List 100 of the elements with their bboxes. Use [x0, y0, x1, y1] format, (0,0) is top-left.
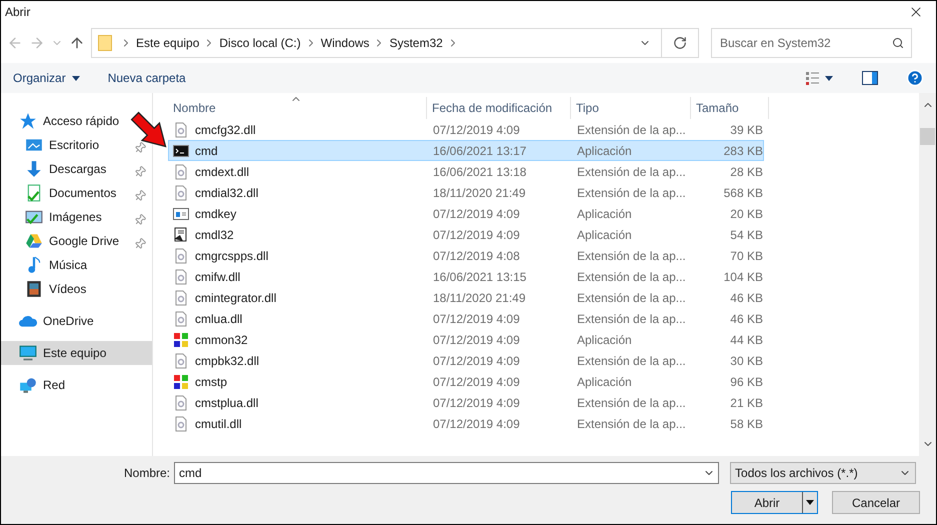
breadcrumb-item[interactable]: Disco local (C:): [219, 34, 301, 52]
type-cell-text: Extensión de la ap...: [576, 290, 687, 306]
date-cell-text: 07/12/2019 4:09: [432, 352, 521, 370]
window-title: Abrir: [5, 4, 32, 21]
file-gear-icon: [173, 248, 189, 264]
file-name: cmmon32: [195, 332, 248, 348]
type-cell-text: Aplicación: [576, 374, 633, 390]
sidebar-item[interactable]: OneDrive: [19, 309, 94, 333]
file-name: cmcfg32.dll: [195, 122, 256, 138]
size-cell-text: 70 KB: [729, 248, 763, 264]
file-row[interactable]: cmstplua.dll 07/12/2019 4:09 Extensión de la ap... 21 KB: [168, 392, 764, 413]
sidebar-item[interactable]: Acceso rápido: [19, 109, 120, 133]
file-row[interactable]: cmutil.dll 07/12/2019 4:09 Extensión de la ap... 58 KB: [168, 413, 764, 434]
file-name: cmstp: [195, 374, 228, 390]
sidebar-item[interactable]: Documentos: [25, 181, 116, 205]
file-row[interactable]: cmintegrator.dll 18/11/2020 21:49 Extensión de la ap... 46 KB: [168, 287, 764, 308]
type-cell-text: Extensión de la ap...: [576, 248, 687, 264]
search-field[interactable]: Buscar en System32: [711, 28, 912, 58]
file-name: cmdkey: [195, 206, 236, 222]
file-gear-icon: [173, 164, 189, 180]
refresh-icon[interactable]: [673, 36, 687, 50]
file-row[interactable]: cmcfg32.dll 07/12/2019 4:09 Extensión de la ap... 39 KB: [168, 119, 764, 140]
size-cell-text: 54 KB: [729, 226, 763, 244]
file-row[interactable]: cmdial32.dll 18/11/2020 21:49 Extensión de la ap... 568 KB: [168, 182, 764, 203]
help-icon[interactable]: [906, 69, 924, 87]
new-folder-button[interactable]: Nueva carpeta: [108, 69, 186, 87]
monitor-icon: [19, 344, 37, 362]
sidebar-item[interactable]: Imágenes: [25, 205, 102, 229]
column-header[interactable]: Fecha de modificación: [427, 97, 571, 119]
type-cell-text: Extensión de la ap...: [576, 268, 687, 286]
breadcrumb-item[interactable]: Windows: [320, 34, 370, 52]
date-cell-text: 18/11/2020 21:49: [432, 184, 527, 202]
breadcrumb-item[interactable]: System32: [389, 34, 443, 52]
file-name: cmintegrator.dll: [195, 290, 276, 306]
file-name: cmdl32: [195, 226, 234, 244]
file-row[interactable]: cmdl32 07/12/2019 4:09 Aplicación 54 KB: [168, 224, 764, 245]
scroll-thumb[interactable]: [920, 128, 935, 145]
type-cell-text: Aplicación: [576, 206, 633, 222]
file-row[interactable]: cmmon32 07/12/2019 4:09 Aplicación 44 KB: [168, 329, 764, 350]
file-name: cmd: [195, 142, 218, 160]
size-cell-text: 46 KB: [729, 310, 763, 328]
type-cell-text: Aplicación: [576, 226, 633, 244]
file-row[interactable]: cmdext.dll 16/06/2021 13:18 Extensión de la ap... 28 KB: [168, 161, 764, 182]
star-icon: [19, 112, 37, 130]
sidebar-item[interactable]: Música: [25, 253, 88, 277]
date-cell-text: 16/06/2021 13:17: [432, 142, 528, 160]
preview-pane-icon[interactable]: [862, 71, 878, 85]
date-cell-text: 18/11/2020 21:49: [432, 290, 527, 306]
file-gear-icon: [173, 416, 189, 432]
colorful-app-icon: [173, 332, 189, 348]
column-header[interactable]: Nombre: [168, 97, 427, 119]
organize-menu-button[interactable]: Organizar: [13, 69, 80, 87]
size-cell-text: 30 KB: [729, 352, 763, 370]
caret-icon: [72, 76, 80, 80]
sidebar-item[interactable]: Escritorio: [25, 133, 100, 157]
file-row[interactable]: cmdkey 07/12/2019 4:09 Aplicación 20 KB: [168, 203, 764, 224]
file-name: cmgrcspps.dll: [195, 248, 268, 264]
file-row[interactable]: cmpbk32.dll 07/12/2019 4:09 Extensión de la ap... 30 KB: [168, 350, 764, 371]
download-arrow-icon: [25, 160, 43, 178]
file-row[interactable]: cmifw.dll 16/06/2021 13:15 Extensión de la ap... 104 KB: [168, 266, 764, 287]
file-name-field[interactable]: cmd: [174, 462, 720, 484]
breadcrumb-item[interactable]: Este equipo: [136, 34, 200, 52]
film-icon: [25, 280, 43, 298]
type-cell-text: Extensión de la ap...: [576, 394, 687, 412]
file-gear-icon: [173, 268, 189, 284]
file-row[interactable]: cmlua.dll 07/12/2019 4:09 Extensión de la ap... 46 KB: [168, 308, 764, 329]
view-options-icon[interactable]: [806, 71, 834, 85]
caret-icon[interactable]: [806, 500, 814, 505]
date-cell-text: 07/12/2019 4:09: [432, 416, 521, 432]
cancel-button[interactable]: Cancelar: [832, 491, 920, 514]
sidebar-item[interactable]: Descargas: [25, 157, 106, 181]
date-cell-text: 16/06/2021 13:18: [432, 164, 528, 180]
file-name: cmstplua.dll: [195, 394, 258, 412]
file-row[interactable]: cmgrcspps.dll 07/12/2019 4:08 Extensión de la ap... 70 KB: [168, 245, 764, 266]
sidebar-item[interactable]: Red: [19, 373, 66, 397]
file-name-label: Nombre:: [124, 465, 170, 482]
file-gear-icon: [173, 290, 189, 306]
size-cell-text: 44 KB: [729, 332, 763, 348]
column-header[interactable]: Tamaño: [691, 97, 769, 119]
image-icon: [25, 208, 43, 226]
console-icon: [173, 142, 189, 158]
file-name: cmdext.dll: [195, 164, 250, 180]
file-gear-icon: [173, 352, 189, 368]
column-header[interactable]: Tipo: [571, 97, 691, 119]
phone-document-icon: [173, 226, 189, 242]
file-type-dropdown[interactable]: Todos los archivos (*.*): [730, 462, 916, 484]
colorful-app-icon: [173, 374, 189, 390]
file-gear-icon: [173, 122, 189, 138]
sidebar-item[interactable]: Vídeos: [25, 277, 86, 301]
drive-icon: [25, 232, 43, 250]
type-cell-text: Aplicación: [576, 142, 633, 160]
address-bar[interactable]: Este equipo Disco local (C:) Windows System32: [91, 28, 699, 58]
file-row[interactable]: cmstp 07/12/2019 4:09 Aplicación 96 KB: [168, 371, 764, 392]
file-name: cmutil.dll: [195, 416, 242, 432]
document-icon: [25, 184, 43, 202]
size-cell-text: 283 KB: [722, 142, 763, 160]
scrollbar[interactable]: [919, 93, 936, 456]
file-row[interactable]: cmd 16/06/2021 13:17 Aplicación 283 KB: [168, 140, 764, 161]
date-cell-text: 07/12/2019 4:09: [432, 226, 521, 244]
sidebar-item[interactable]: Google Drive: [25, 229, 120, 253]
